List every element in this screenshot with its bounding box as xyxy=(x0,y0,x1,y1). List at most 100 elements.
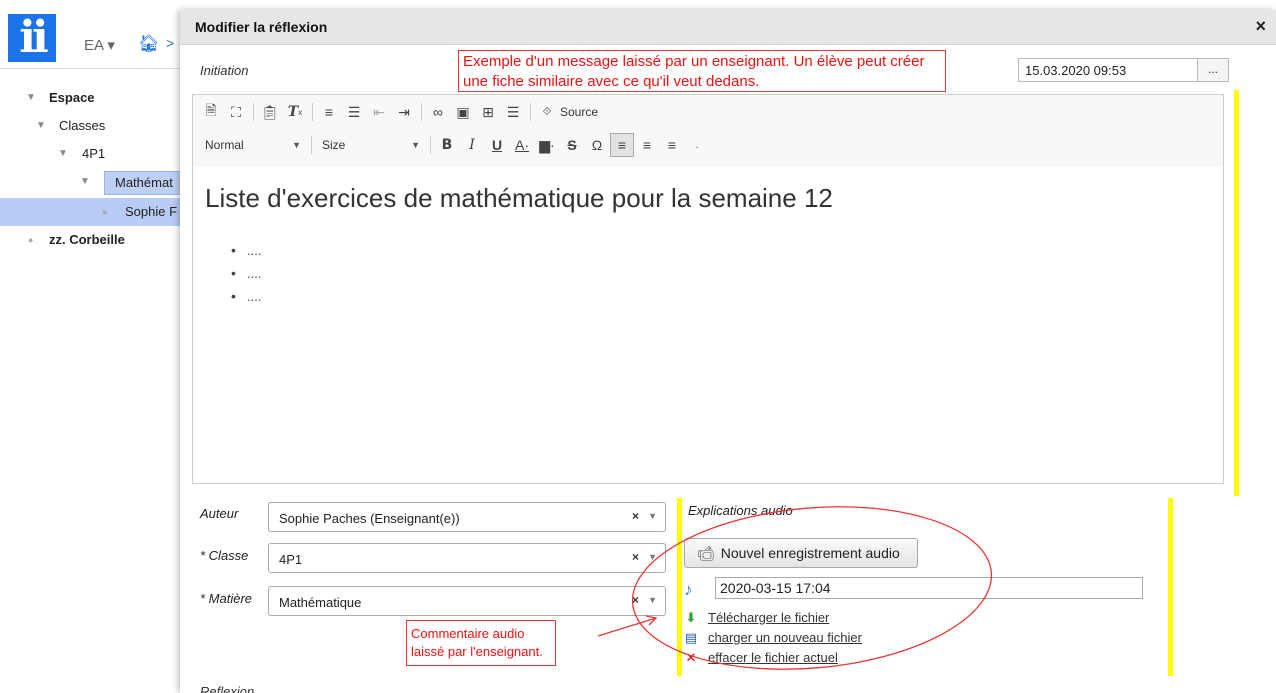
leaf-dot-icon: ● xyxy=(28,235,34,245)
expand-triangle-icon[interactable]: ▼ xyxy=(80,168,90,196)
toolbar-divider xyxy=(530,103,531,121)
tree-item-classes[interactable]: ▼ Classes xyxy=(0,112,180,140)
download-file-row[interactable]: ⬇ Télécharger le fichier xyxy=(684,609,830,625)
delete-file-link[interactable]: effacer le fichier actuel xyxy=(708,650,838,665)
classe-value: 4P1 xyxy=(279,552,303,567)
reflexion-label: Reflexion xyxy=(200,684,255,693)
background-color-icon[interactable]: ▆· xyxy=(535,133,559,157)
tree-item-mathematique[interactable]: ▼ Mathémat xyxy=(0,168,184,196)
date-field[interactable] xyxy=(1018,58,1198,82)
expand-triangle-icon[interactable]: ▼ xyxy=(58,140,68,168)
upload-file-link[interactable]: charger un nouveau fichier xyxy=(708,630,862,645)
size-value: Size xyxy=(322,138,346,152)
reflexion-modal: Modifier la réflexion × Initiation Exemp… xyxy=(180,10,1276,693)
date-picker-button[interactable]: ... xyxy=(1197,58,1229,82)
dropdown-arrow-icon: ▼ xyxy=(292,140,301,150)
align-left-icon[interactable]: ≡ xyxy=(610,133,634,157)
format-dropdown[interactable]: Normal ▼ xyxy=(199,134,307,156)
auteur-value: Sophie Paches (Enseignant(e)) xyxy=(279,511,460,526)
matiere-select[interactable]: Mathématique × ▼ xyxy=(268,586,666,616)
tree-item-student[interactable]: ● Sophie F xyxy=(0,198,180,226)
tree-item-label: 4P1 xyxy=(82,146,106,161)
app-header: ii EA ▾ 🏠︎ > xyxy=(0,0,180,69)
app-logo[interactable]: ii xyxy=(8,14,56,62)
tree-item-4p1[interactable]: ▼ 4P1 xyxy=(0,140,180,168)
align-right-icon[interactable]: ≡ xyxy=(660,133,684,157)
bold-icon[interactable]: B xyxy=(435,133,459,157)
toolbar-divider xyxy=(430,136,431,154)
dropdown-arrow-icon[interactable]: ▼ xyxy=(648,511,657,521)
text-color-icon[interactable]: A· xyxy=(510,133,534,157)
table-icon[interactable]: ⊞ xyxy=(476,100,500,124)
paste-text-icon[interactable]: 📋︎ xyxy=(258,100,282,124)
delete-file-row[interactable]: ✕ effacer le fichier actuel xyxy=(684,650,838,665)
annotation-box-bottom: Commentaire audio laissé par l'enseignan… xyxy=(406,620,556,666)
toolbar-divider xyxy=(312,103,313,121)
download-arrow-icon: ⬇ xyxy=(685,609,697,625)
audio-file-icon: ♪ xyxy=(684,580,693,599)
maximize-icon[interactable]: ⛶ xyxy=(224,100,248,124)
toolbar-divider xyxy=(311,136,312,154)
home-icon[interactable]: 🏠︎ xyxy=(138,34,160,54)
strikethrough-icon[interactable]: S xyxy=(560,133,584,157)
new-audio-recording-button[interactable]: 📹︎ Nouvel enregistrement audio xyxy=(684,538,918,568)
remove-format-icon[interactable]: Tx xyxy=(283,100,307,124)
horizontal-line-icon[interactable]: ☰ xyxy=(501,100,525,124)
toolbar-divider xyxy=(253,103,254,121)
tree-item-label: zz. Corbeille xyxy=(49,232,125,247)
tree-item-label: Mathémat xyxy=(104,171,184,195)
image-icon[interactable]: ▣ xyxy=(451,100,475,124)
numbered-list-icon[interactable]: ≡ xyxy=(317,100,341,124)
tree-item-corbeille[interactable]: ● zz. Corbeille xyxy=(0,226,180,254)
tree-item-label: Espace xyxy=(49,90,95,105)
italic-icon[interactable]: I xyxy=(460,133,484,157)
highlight-marker xyxy=(1168,498,1173,676)
audio-file-field[interactable] xyxy=(715,577,1143,599)
tree-item-label: Sophie F xyxy=(125,204,178,219)
underline-icon[interactable]: U xyxy=(485,133,509,157)
delete-x-icon: ✕ xyxy=(685,649,697,665)
leaf-dot-icon: ● xyxy=(102,207,108,217)
tree-item-label: Classes xyxy=(59,118,106,133)
auteur-select[interactable]: Sophie Paches (Enseignant(e)) × ▼ xyxy=(268,502,666,532)
matiere-label: * Matière xyxy=(200,591,253,606)
download-file-link[interactable]: Télécharger le fichier xyxy=(708,610,829,625)
highlight-marker xyxy=(1234,90,1239,496)
clear-icon[interactable]: × xyxy=(632,509,639,523)
upload-file-icon: ▤ xyxy=(684,629,698,645)
expand-triangle-icon[interactable]: ▼ xyxy=(36,112,46,140)
clear-icon[interactable]: × xyxy=(632,550,639,564)
source-button[interactable]: ⟐ Source xyxy=(535,100,598,124)
user-menu[interactable]: EA ▾ xyxy=(84,36,115,54)
special-char-icon[interactable]: Ω xyxy=(585,133,609,157)
align-center-icon[interactable]: ≡ xyxy=(635,133,659,157)
source-label: Source xyxy=(560,105,599,119)
modal-title: Modifier la réflexion xyxy=(195,19,328,35)
list-item: .... xyxy=(231,239,261,262)
upload-file-row[interactable]: ▤ charger un nouveau fichier xyxy=(684,630,862,645)
size-dropdown[interactable]: Size ▼ xyxy=(316,134,426,156)
dropdown-arrow-icon[interactable]: ▼ xyxy=(648,552,657,562)
matiere-value: Mathématique xyxy=(279,595,362,610)
expand-triangle-icon[interactable]: ▼ xyxy=(26,84,36,112)
annotation-arrow-line xyxy=(597,617,657,637)
initiation-label: Initiation xyxy=(200,63,249,78)
editor-content-area[interactable]: Liste d'exercices de mathématique pour l… xyxy=(193,167,1223,483)
new-page-icon[interactable]: 🗎︎ xyxy=(199,100,223,124)
document-bullet-list: .... .... .... xyxy=(231,239,261,308)
dropdown-arrow-icon[interactable]: ▼ xyxy=(648,595,657,605)
clear-icon[interactable]: × xyxy=(632,593,639,607)
format-value: Normal xyxy=(205,138,244,152)
tree-item-espace[interactable]: ▼ Espace xyxy=(0,84,180,112)
close-icon[interactable]: × xyxy=(1255,16,1266,37)
increase-indent-icon[interactable]: ⇥ xyxy=(392,100,416,124)
recorder-icon: 📹︎ xyxy=(697,544,715,561)
more-options-icon[interactable]: . xyxy=(685,133,709,157)
classe-select[interactable]: 4P1 × ▼ xyxy=(268,543,666,573)
link-icon[interactable]: ∞ xyxy=(426,100,450,124)
list-item: .... xyxy=(231,285,261,308)
bulleted-list-icon[interactable]: ☰ xyxy=(342,100,366,124)
navigation-tree: ▼ Espace ▼ Classes ▼ 4P1 ▼ Mathémat ● So… xyxy=(0,84,184,254)
auteur-label: Auteur xyxy=(200,506,239,521)
decrease-indent-icon[interactable]: ⇤ xyxy=(367,100,391,124)
